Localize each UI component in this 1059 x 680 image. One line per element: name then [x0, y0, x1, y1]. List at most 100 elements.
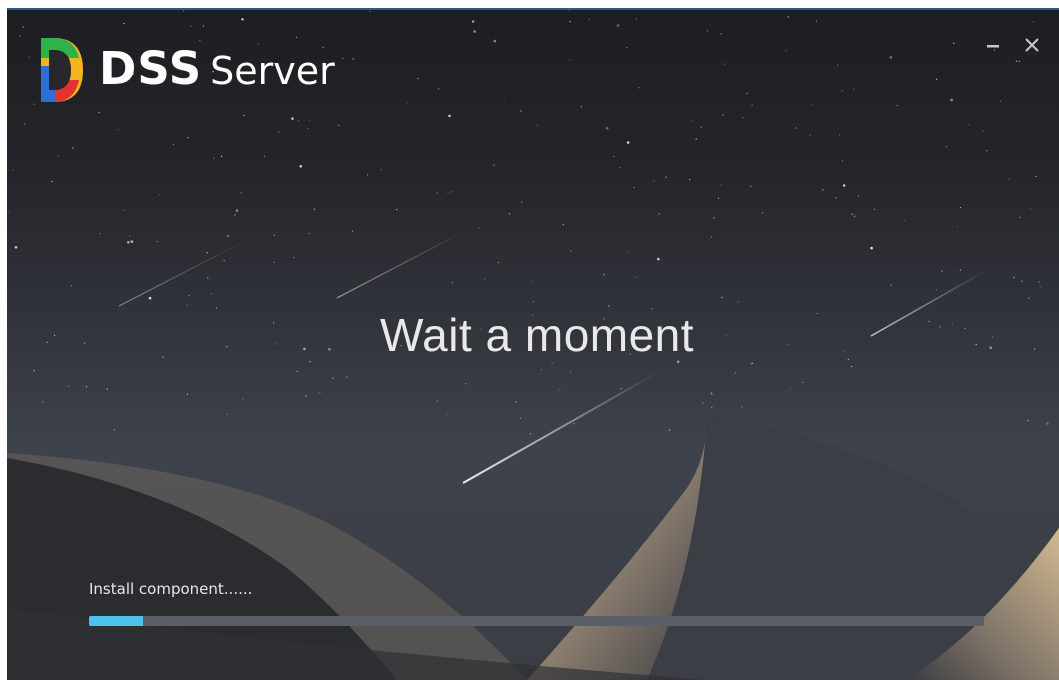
star: [636, 276, 638, 278]
star: [837, 64, 839, 66]
star: [520, 110, 522, 112]
star: [308, 232, 310, 235]
star: [570, 371, 572, 373]
star: [1032, 21, 1035, 23]
star: [570, 250, 572, 252]
star: [521, 201, 523, 203]
star: [638, 87, 640, 89]
star: [658, 213, 660, 215]
star: [904, 220, 906, 222]
star: [896, 104, 898, 107]
star: [700, 126, 702, 128]
star: [802, 381, 804, 383]
star: [724, 63, 726, 65]
star: [493, 164, 495, 166]
close-icon: [1025, 38, 1039, 52]
star: [187, 137, 189, 139]
star: [273, 261, 275, 263]
star: [240, 192, 242, 194]
star: [695, 138, 697, 140]
star: [811, 104, 813, 106]
star: [628, 377, 630, 379]
star: [417, 77, 419, 79]
star: [508, 213, 511, 215]
star: [540, 369, 542, 371]
star: [471, 20, 475, 23]
star: [106, 388, 108, 390]
star: [123, 209, 125, 211]
star: [22, 26, 24, 28]
minimize-button[interactable]: [982, 34, 1004, 56]
star: [291, 117, 294, 120]
star: [1028, 297, 1030, 299]
shooting-star: [336, 229, 468, 299]
star: [406, 102, 408, 104]
star: [206, 252, 208, 254]
star: [711, 236, 713, 238]
star: [751, 104, 753, 106]
star: [691, 120, 694, 122]
star: [129, 235, 131, 237]
star: [568, 9, 570, 11]
star: [737, 301, 739, 303]
star: [1035, 175, 1037, 177]
star: [1018, 60, 1020, 63]
star: [72, 147, 74, 149]
star: [24, 123, 26, 125]
star: [210, 292, 212, 295]
star: [85, 386, 88, 388]
star: [857, 195, 860, 197]
star: [722, 114, 724, 116]
star: [613, 156, 615, 158]
star: [706, 30, 709, 32]
star: [795, 127, 798, 129]
star: [1013, 276, 1015, 279]
star: [8, 211, 10, 213]
brand-primary: DSS: [99, 42, 203, 95]
star: [235, 209, 239, 212]
star: [226, 413, 228, 416]
star: [851, 213, 853, 215]
star: [436, 192, 438, 194]
star: [1040, 286, 1042, 288]
star: [809, 134, 811, 136]
star: [367, 174, 369, 176]
star: [299, 165, 303, 168]
star: [130, 240, 134, 243]
star: [945, 146, 948, 148]
star: [1046, 422, 1049, 425]
star: [117, 129, 119, 131]
star: [936, 78, 938, 80]
star: [1030, 208, 1032, 210]
install-progress-fill: [89, 616, 143, 626]
star: [580, 106, 583, 108]
star: [889, 56, 893, 59]
star: [380, 169, 382, 171]
close-button[interactable]: [1021, 34, 1043, 56]
star: [278, 131, 280, 133]
star: [51, 180, 53, 183]
star: [515, 401, 517, 403]
star: [762, 212, 764, 214]
star: [199, 39, 201, 41]
star: [497, 261, 499, 264]
star: [127, 241, 130, 244]
star: [223, 260, 225, 262]
star: [950, 98, 953, 102]
star: [789, 388, 791, 390]
star: [851, 365, 853, 368]
star: [190, 25, 192, 27]
star: [298, 119, 300, 121]
star: [562, 224, 564, 226]
star: [822, 189, 824, 191]
star: [465, 383, 467, 385]
star: [493, 39, 497, 43]
minimize-icon: [987, 45, 999, 48]
star: [551, 362, 553, 364]
star: [451, 282, 454, 284]
brand-secondary: Server: [210, 49, 335, 93]
star: [746, 92, 748, 95]
star: [559, 388, 561, 391]
star: [183, 10, 185, 12]
star: [396, 209, 398, 211]
